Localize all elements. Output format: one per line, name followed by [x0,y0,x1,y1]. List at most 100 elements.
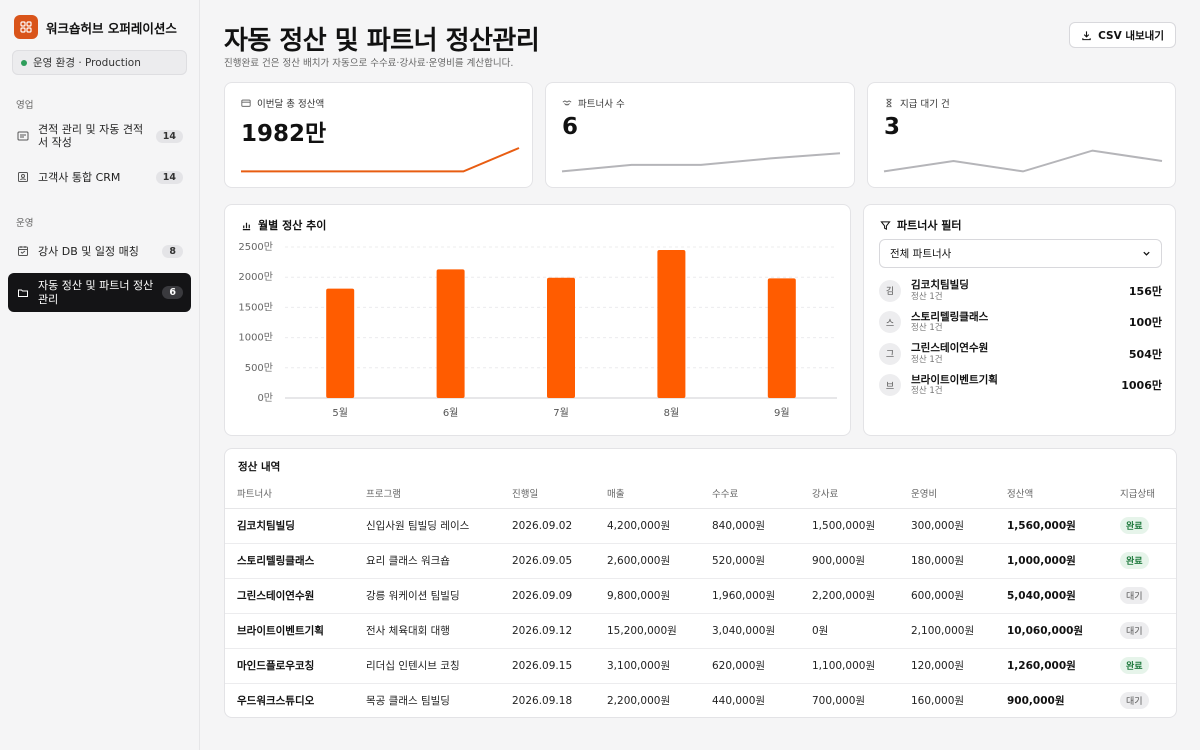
column-header[interactable]: 진행일 [500,479,595,509]
column-header[interactable]: 정산액 [995,479,1108,509]
calendar-icon [16,244,30,258]
kpi-card-pending-payments: 지급 대기 건 3 [867,82,1176,188]
nav-section-sales: 영업 [16,100,34,111]
sidebar-item-settlement[interactable]: 자동 정산 및 파트너 정산관리 6 [8,273,191,312]
list-item[interactable]: 김 김코치팀빌딩 정산 1건 156만 [879,275,1162,307]
table-cell: 요리 클래스 워크숍 [354,543,500,579]
partner-amount: 100만 [1128,316,1162,330]
kpi-label: 파트너사 수 [578,99,625,110]
bar[interactable] [767,278,796,398]
table-cell: 신입사원 팀빌딩 레이스 [354,508,500,544]
environment-selector[interactable]: 운영 환경 · Production [12,50,187,75]
column-header[interactable]: 지급상태 [1108,479,1176,509]
table-cell: 9,800,000원 [595,578,700,614]
sidebar-item-label: 자동 정산 및 파트너 정산관리 [38,279,154,306]
settlement-table-card: 정산 내역 파트너사 프로그램 진행일 매출 수수료 강사료 운영비 정산액 지… [224,448,1177,718]
app-logo-icon [14,15,38,39]
chevron-down-icon [1143,251,1150,256]
table-row[interactable]: 그린스테이연수원 강릉 워케이션 팀빌딩 2026.09.09 9,800,000원 1… [225,578,1176,614]
page-title: 자동 정산 및 파트너 정산관리 [224,26,540,56]
column-header[interactable]: 파트너사 [225,479,354,509]
nav-section-operations: 운영 [16,218,34,230]
bar[interactable] [657,250,686,398]
bar[interactable] [547,277,575,398]
table-cell: 2,200,000원 [607,695,671,708]
table-cell: 우드워크스튜디오 [237,695,315,708]
column-header[interactable]: 운영비 [899,479,995,509]
status-dot-icon [21,59,27,66]
table-cell: 4,200,000원 [595,508,700,544]
sidebar-item-instructors[interactable]: 강사 DB 및 일정 매칭 8 [8,235,191,267]
list-item[interactable]: 그 그린스테이연수원 정산 1건 504만 [879,338,1162,370]
partner-filter-card: 파트너사 필터 전체 파트너사 김 김코치팀빌딩 정산 1건 156만 스 스토리… [863,204,1176,436]
table-cell: 2026.09.12 [500,613,595,649]
handshake-icon [562,100,572,106]
table-cell: 840,000원 [700,508,800,544]
table-cell: 120,000원 [899,648,995,684]
table-cell: 2026.09.05 [500,543,595,579]
sidebar: 워크숍허브 오퍼레이션스 운영 환경 · Production 영업 견적 관리… [0,0,200,750]
table-cell: 강릉 워케이션 팀빌딩 [354,578,500,614]
column-header[interactable]: 매출 [595,479,700,509]
table-cell: 900,000원 [800,543,899,579]
filter-title: 파트너사 필터 [897,219,962,232]
y-tick-label: 0만 [257,392,273,404]
table-cell: 15,200,000원 [595,613,700,649]
column-header[interactable]: 수수료 [700,479,800,509]
sidebar-item-crm[interactable]: 고객사 통합 CRM 14 [8,161,191,193]
table-cell: 300,000원 [899,508,995,544]
csv-export-button[interactable]: CSV 내보내기 [1069,22,1176,48]
table-cell: 1,100,000원 [800,648,899,684]
bar[interactable] [436,269,465,398]
wallet-icon [241,99,251,107]
avatar: 김 [879,279,901,302]
settlement-table: 파트너사 프로그램 진행일 매출 수수료 강사료 운영비 정산액 지급상태 김코… [225,479,1176,718]
status-badge: 대기 [1120,587,1149,604]
brand[interactable]: 워크숍허브 오퍼레이션스 [8,14,191,40]
page-subtitle: 진행완료 건은 정산 배치가 자동으로 수수료·강사료·운영비를 계산합니다. [224,58,514,69]
partner-name: 김코치팀빌딩 [911,279,969,292]
y-tick-label: 2500만 [238,241,273,253]
table-cell: 그린스테이연수원 [225,578,354,614]
quote-icon [16,129,30,143]
table-cell: 180,000원 [899,543,995,579]
list-item[interactable]: 브 브라이트이벤트기획 정산 1건 1006만 [879,370,1162,402]
table-row[interactable]: 마인드플로우코칭 리더십 인텐시브 코칭 2026.09.15 3,100,000원 6… [225,648,1176,684]
table-row[interactable]: 스토리텔링클래스 요리 클래스 워크숍 2026.09.05 2,600,000원 52… [225,543,1176,579]
table-row[interactable]: 김코치팀빌딩 신입사원 팀빌딩 레이스 2026.09.02 4,200,000원 84… [225,508,1176,544]
table-row[interactable]: 브라이트이벤트기획 전사 체육대회 대행 2026.09.12 15,200,000원… [225,613,1176,649]
table-cell: 1,960,000원 [700,578,800,614]
table-cell: 10,060,000원 [995,613,1108,649]
x-tick-label: 5월 [332,407,348,419]
environment-label: 운영 환경 · Production [33,57,141,69]
table-cell: 2,100,000원 [899,613,995,649]
status-cell: 대기 [1108,578,1176,614]
table-cell: 1,500,000원 [800,508,899,544]
table-cell: 브라이트이벤트기획 [225,613,354,649]
partner-select[interactable]: 전체 파트너사 [879,239,1162,268]
y-tick-label: 500만 [245,362,273,374]
table-cell: 3,040,000원 [700,613,800,649]
table-title: 정산 내역 [238,461,281,473]
table-cell: 2,200,000원 [800,578,899,614]
table-cell: 2026.09.09 [500,578,595,614]
status-cell: 완료 [1108,543,1176,579]
column-header[interactable]: 프로그램 [354,479,500,509]
column-header[interactable]: 강사료 [800,479,899,509]
list-item[interactable]: 스 스토리텔링클래스 정산 1건 100만 [879,307,1162,339]
table-cell: 520,000원 [700,543,800,579]
table-cell: 620,000원 [700,648,800,684]
partner-meta: 정산 1건 [911,291,943,302]
table-cell: 리더십 인텐시브 코칭 [354,648,500,684]
sidebar-item-quotes[interactable]: 견적 관리 및 자동 견적서 작성 14 [8,117,191,155]
table-header-row: 파트너사 프로그램 진행일 매출 수수료 강사료 운영비 정산액 지급상태 [225,479,1176,509]
bar[interactable] [326,288,355,398]
kpi-label: 지급 대기 건 [900,99,950,110]
status-cell: 완료 [1108,648,1176,684]
status-badge: 완료 [1120,552,1149,569]
y-tick-label: 1000만 [238,332,273,344]
avatar: 브 [879,374,901,397]
table-row[interactable]: 우드워크스튜디오 목공 클래스 팀빌딩 2026.09.18 2,200,000원 44… [225,683,1176,718]
table-cell: 마인드플로우코칭 [225,648,354,684]
partner-amount: 156만 [1128,284,1162,298]
